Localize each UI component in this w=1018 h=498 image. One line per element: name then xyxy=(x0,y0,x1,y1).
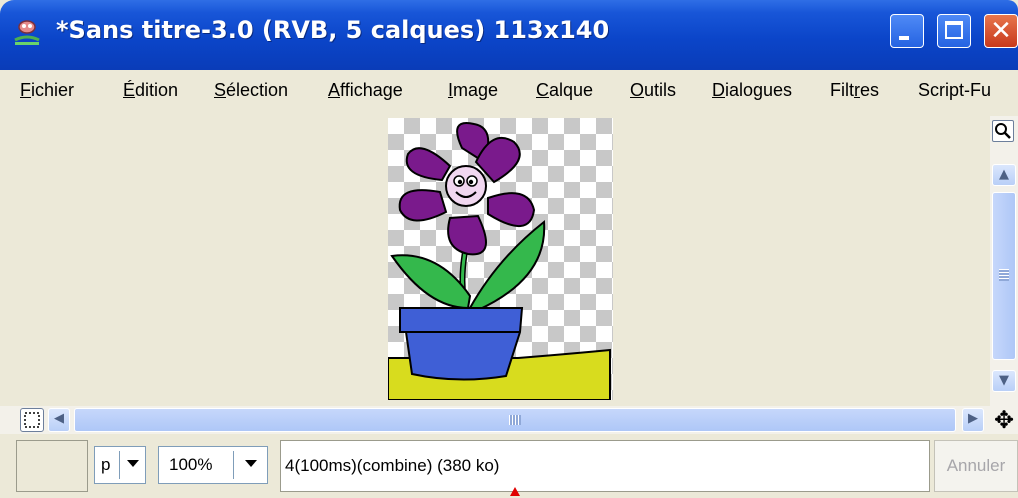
menu-script-fu[interactable]: Script-Fu xyxy=(918,80,991,101)
unit-value: p xyxy=(101,455,111,474)
dropdown-arrow-icon[interactable] xyxy=(245,460,257,467)
cancel-button[interactable]: Annuler xyxy=(934,440,1018,492)
window-title: *Sans titre-3.0 (RVB, 5 calques) 113x140 xyxy=(56,16,610,44)
zoom-value: 100% xyxy=(169,455,213,474)
quick-mask-icon xyxy=(24,412,40,428)
gimp-wilber-icon xyxy=(14,20,40,45)
zoom-selector[interactable]: 100% xyxy=(158,446,268,484)
menu-edition[interactable]: Édition xyxy=(123,80,178,101)
maximize-icon xyxy=(945,21,963,39)
navigate-move-icon[interactable]: ✥ xyxy=(990,406,1018,434)
close-button[interactable]: ✕ xyxy=(984,14,1018,48)
status-text: 4(100ms)(combine) (380 ko) xyxy=(285,456,500,475)
quick-mask-toggle[interactable] xyxy=(20,408,44,432)
menu-fichier[interactable]: Fichier xyxy=(20,80,74,101)
unit-selector[interactable]: p xyxy=(94,446,146,484)
menu-affichage[interactable]: Affichage xyxy=(328,80,403,101)
chevron-right-icon: ▶ xyxy=(968,411,978,426)
title-bar[interactable]: *Sans titre-3.0 (RVB, 5 calques) 113x140… xyxy=(0,0,1018,70)
horizontal-scroll-thumb[interactable] xyxy=(74,408,956,432)
grip-icon xyxy=(999,269,1009,281)
scroll-left-button[interactable]: ◀ xyxy=(48,408,70,432)
vertical-scroll-thumb[interactable] xyxy=(992,192,1016,360)
zoom-navigate-button[interactable] xyxy=(992,120,1014,142)
menu-outils[interactable]: Outils xyxy=(630,80,676,101)
dropdown-arrow-icon[interactable] xyxy=(127,460,139,467)
pointer-coordinates xyxy=(16,440,88,492)
progress-marker-icon xyxy=(510,487,520,496)
status-message: 4(100ms)(combine) (380 ko) xyxy=(280,440,930,492)
minimize-icon xyxy=(899,36,909,40)
menu-calque[interactable]: Calque xyxy=(536,80,593,101)
chevron-left-icon: ◀ xyxy=(54,411,64,426)
combo-separator xyxy=(119,451,120,479)
flower-pot-image xyxy=(388,122,611,400)
combo-separator xyxy=(233,451,234,479)
chevron-up-icon: ▲ xyxy=(999,167,1009,182)
menu-image[interactable]: Image xyxy=(448,80,498,101)
menu-dialogues[interactable]: Dialogues xyxy=(712,80,792,101)
scroll-right-button[interactable]: ▶ xyxy=(962,408,984,432)
scroll-down-button[interactable]: ▼ xyxy=(992,370,1016,392)
maximize-button[interactable] xyxy=(937,14,971,48)
close-icon: ✕ xyxy=(990,16,1012,46)
menu-bar: Fichier Édition Sélection Affichage Imag… xyxy=(0,70,1018,116)
menu-filtres[interactable]: Filtres xyxy=(830,80,879,101)
chevron-down-icon: ▼ xyxy=(999,373,1009,388)
menu-selection[interactable]: Sélection xyxy=(214,80,288,101)
grip-icon xyxy=(509,415,521,425)
magnifier-icon xyxy=(995,123,1011,139)
scroll-up-button[interactable]: ▲ xyxy=(992,164,1016,186)
minimize-button[interactable] xyxy=(890,14,924,48)
image-canvas[interactable] xyxy=(388,118,613,400)
